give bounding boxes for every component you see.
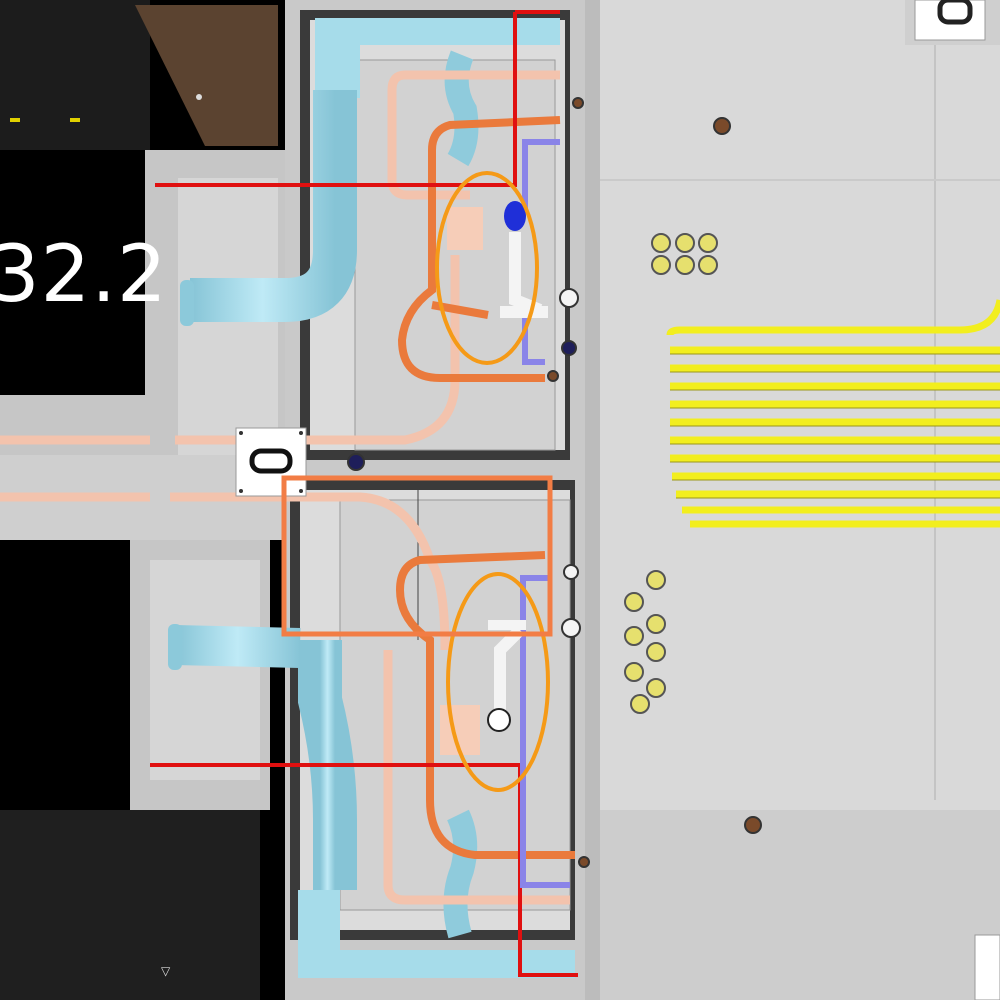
room-number-label: 32.2 xyxy=(0,230,168,320)
white-valve-icon xyxy=(487,708,511,732)
room-bottom-left xyxy=(0,810,260,1000)
floor-drain-icon xyxy=(235,427,307,497)
room-top-left xyxy=(0,0,278,150)
sink-icon: ▽ xyxy=(161,964,171,978)
floor-right xyxy=(580,0,1000,1000)
floor-box-bottom xyxy=(974,934,1000,1000)
bim-3d-viewport[interactable]: ▽ xyxy=(0,0,1000,1000)
